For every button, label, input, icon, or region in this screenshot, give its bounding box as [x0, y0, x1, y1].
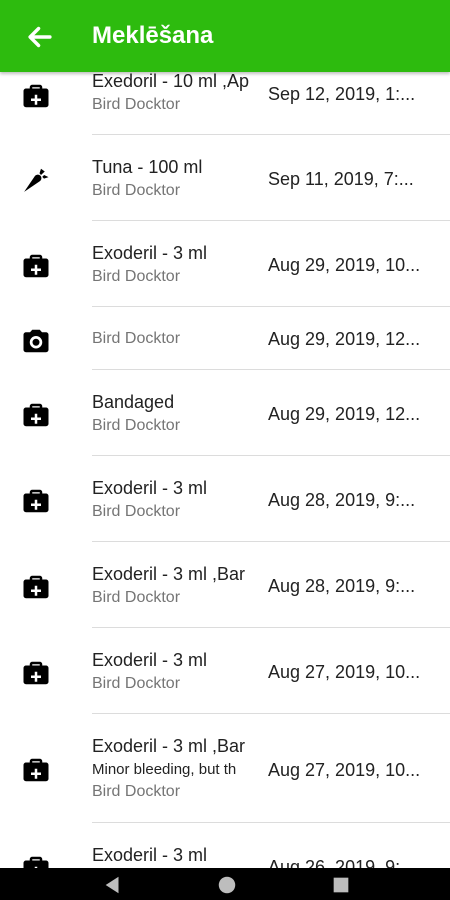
list-item[interactable]: Exoderil - 3 ml ,Bar Bird Docktor Aug 28…: [0, 542, 450, 628]
list-item[interactable]: Exedoril - 10 ml ,Ap Bird Docktor Sep 12…: [0, 62, 450, 135]
item-date: Sep 12, 2019, 1:...: [268, 84, 416, 104]
item-date: Aug 28, 2019, 9:...: [268, 490, 416, 510]
item-owner: Bird Docktor: [92, 589, 181, 606]
item-owner: Bird Docktor: [92, 783, 181, 800]
item-date: Aug 27, 2019, 10...: [268, 760, 421, 780]
medical-bag-icon: [23, 758, 49, 782]
list-item[interactable]: Tuna - 100 ml Bird Docktor Sep 11, 2019,…: [0, 135, 450, 221]
list-item[interactable]: Exoderil - 3 ml Aug 26, 2019, 9:...: [0, 823, 450, 868]
item-title: Exoderil - 3 ml: [92, 845, 208, 865]
list-item[interactable]: Bird Docktor Aug 29, 2019, 12...: [0, 307, 450, 370]
item-owner: Bird Docktor: [92, 96, 181, 113]
item-date: Aug 29, 2019, 12...: [268, 329, 421, 349]
item-title: Exoderil - 3 ml: [92, 478, 208, 498]
item-date: Aug 26, 2019, 9:...: [268, 857, 416, 868]
system-nav-bar: [0, 868, 450, 900]
medical-bag-icon: [23, 403, 49, 427]
item-owner: Bird Docktor: [92, 675, 181, 692]
medical-bag-icon: [23, 856, 49, 868]
list-item[interactable]: Bandaged Bird Docktor Aug 29, 2019, 12..…: [0, 370, 450, 456]
arrow-left-icon[interactable]: [20, 20, 60, 54]
item-date: Aug 29, 2019, 12...: [268, 404, 421, 424]
item-date: Aug 28, 2019, 9:...: [268, 576, 416, 596]
nav-home-icon[interactable]: [216, 874, 238, 896]
page-title: Meklēšana: [92, 22, 214, 49]
list-item[interactable]: Exoderil - 3 ml Bird Docktor Aug 29, 201…: [0, 221, 450, 307]
list-item[interactable]: Exoderil - 3 ml Bird Docktor Aug 27, 201…: [0, 628, 450, 714]
item-owner: Bird Docktor: [92, 330, 181, 347]
item-date: Sep 11, 2019, 7:...: [268, 169, 414, 189]
app-bar: Meklēšana: [0, 0, 450, 72]
item-date: Aug 29, 2019, 10...: [268, 255, 421, 275]
list-item[interactable]: Exoderil - 3 ml Bird Docktor Aug 28, 201…: [0, 456, 450, 542]
item-owner: Bird Docktor: [92, 417, 181, 434]
medical-bag-icon: [23, 575, 49, 599]
nav-back-icon[interactable]: [102, 874, 124, 896]
item-title: Exoderil - 3 ml ,Bar: [92, 736, 246, 756]
carrot-icon: [24, 168, 49, 192]
item-title: Bandaged: [92, 392, 175, 412]
item-title: Exedoril - 10 ml ,Ap: [92, 71, 250, 91]
list-item[interactable]: Exoderil - 3 ml ,Bar Minor bleeding, but…: [0, 714, 450, 823]
item-title: Exoderil - 3 ml ,Bar: [92, 564, 246, 584]
medical-bag-icon: [23, 661, 49, 685]
medical-bag-icon: [23, 489, 49, 513]
medical-bag-icon: [23, 84, 49, 108]
timeline-list[interactable]: Exedoril - 10 ml ,Ap Bird Docktor Sep 12…: [0, 0, 450, 868]
item-title: Exoderil - 3 ml: [92, 243, 208, 263]
medical-bag-icon: [23, 254, 49, 278]
item-owner: Bird Docktor: [92, 182, 181, 199]
nav-recents-icon[interactable]: [330, 874, 352, 896]
item-note: Minor bleeding, but th: [92, 761, 237, 778]
item-title: Exoderil - 3 ml: [92, 650, 208, 670]
item-owner: Bird Docktor: [92, 268, 181, 285]
item-date: Aug 27, 2019, 10...: [268, 662, 421, 682]
item-owner: Bird Docktor: [92, 503, 181, 520]
camera-icon: [23, 329, 49, 353]
item-title: Tuna - 100 ml: [92, 157, 203, 177]
